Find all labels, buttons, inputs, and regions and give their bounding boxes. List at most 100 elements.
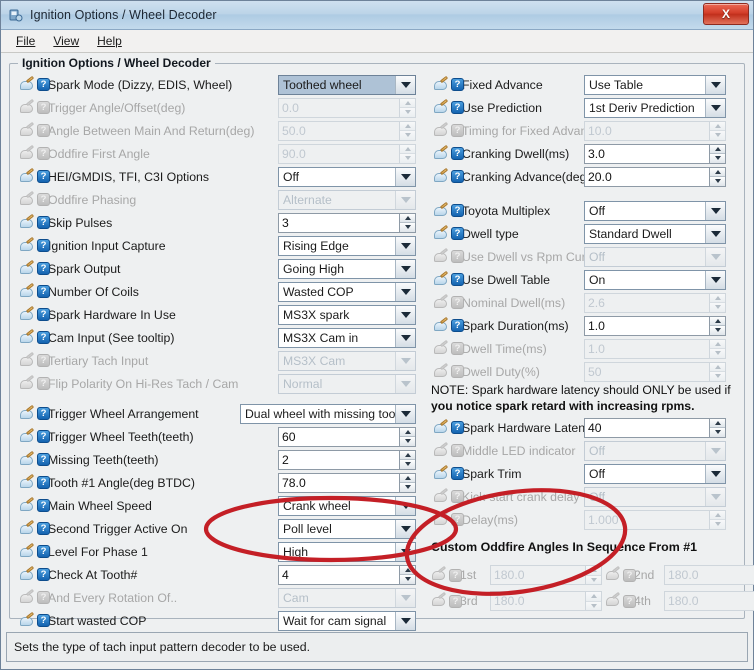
pencil-bubble-icon[interactable] bbox=[434, 101, 449, 115]
spinner-value[interactable]: 60 bbox=[278, 426, 399, 447]
number-spinner[interactable]: 3.0 bbox=[584, 143, 726, 164]
chevron-down-icon[interactable] bbox=[395, 259, 415, 278]
spinner-buttons[interactable] bbox=[399, 449, 416, 470]
pencil-bubble-icon[interactable] bbox=[434, 421, 449, 435]
pencil-bubble-icon[interactable] bbox=[20, 522, 35, 536]
chevron-down-icon[interactable] bbox=[705, 464, 725, 483]
pencil-bubble-icon[interactable] bbox=[20, 262, 35, 276]
chevron-down-icon[interactable] bbox=[705, 224, 725, 243]
pencil-bubble-icon[interactable] bbox=[434, 273, 449, 287]
dropdown-select[interactable]: Rising Edge bbox=[278, 235, 416, 256]
dropdown-select[interactable]: Off bbox=[278, 166, 416, 187]
spinner-buttons[interactable] bbox=[709, 166, 726, 187]
chevron-down-icon[interactable] bbox=[705, 98, 725, 117]
dropdown-select[interactable]: High bbox=[278, 541, 416, 562]
help-question-icon[interactable]: ? bbox=[37, 285, 50, 298]
spinner-down-icon[interactable] bbox=[400, 223, 415, 232]
help-question-icon[interactable]: ? bbox=[37, 262, 50, 275]
spinner-value[interactable]: 20.0 bbox=[584, 166, 709, 187]
help-question-icon[interactable]: ? bbox=[451, 467, 464, 480]
help-question-icon[interactable]: ? bbox=[37, 453, 50, 466]
dropdown-select[interactable]: MS3X spark bbox=[278, 304, 416, 325]
dropdown-select[interactable]: On bbox=[584, 269, 726, 290]
number-spinner[interactable]: 20.0 bbox=[584, 166, 726, 187]
spinner-buttons[interactable] bbox=[709, 143, 726, 164]
help-question-icon[interactable]: ? bbox=[37, 545, 50, 558]
pencil-bubble-icon[interactable] bbox=[20, 453, 35, 467]
help-question-icon[interactable]: ? bbox=[37, 430, 50, 443]
dropdown-select[interactable]: Poll level bbox=[278, 518, 416, 539]
chevron-down-icon[interactable] bbox=[395, 75, 415, 94]
pencil-bubble-icon[interactable] bbox=[434, 78, 449, 92]
spinner-value[interactable]: 40 bbox=[584, 417, 709, 438]
help-question-icon[interactable]: ? bbox=[451, 78, 464, 91]
spinner-up-icon[interactable] bbox=[710, 418, 725, 428]
help-question-icon[interactable]: ? bbox=[37, 308, 50, 321]
chevron-down-icon[interactable] bbox=[705, 201, 725, 220]
pencil-bubble-icon[interactable] bbox=[20, 170, 35, 184]
pencil-bubble-icon[interactable] bbox=[20, 285, 35, 299]
spinner-down-icon[interactable] bbox=[710, 428, 725, 437]
help-question-icon[interactable]: ? bbox=[451, 147, 464, 160]
number-spinner[interactable]: 78.0 bbox=[278, 472, 416, 493]
spinner-down-icon[interactable] bbox=[400, 575, 415, 584]
help-question-icon[interactable]: ? bbox=[451, 421, 464, 434]
dropdown-select[interactable]: Standard Dwell bbox=[584, 223, 726, 244]
pencil-bubble-icon[interactable] bbox=[20, 407, 35, 421]
pencil-bubble-icon[interactable] bbox=[20, 216, 35, 230]
help-question-icon[interactable]: ? bbox=[37, 499, 50, 512]
pencil-bubble-icon[interactable] bbox=[20, 545, 35, 559]
spinner-buttons[interactable] bbox=[399, 472, 416, 493]
pencil-bubble-icon[interactable] bbox=[20, 239, 35, 253]
spinner-down-icon[interactable] bbox=[710, 154, 725, 163]
help-question-icon[interactable]: ? bbox=[37, 568, 50, 581]
spinner-up-icon[interactable] bbox=[400, 565, 415, 575]
close-icon[interactable]: X bbox=[703, 3, 749, 25]
pencil-bubble-icon[interactable] bbox=[20, 78, 35, 92]
chevron-down-icon[interactable] bbox=[395, 404, 415, 423]
chevron-down-icon[interactable] bbox=[395, 519, 415, 538]
chevron-down-icon[interactable] bbox=[705, 270, 725, 289]
help-question-icon[interactable]: ? bbox=[37, 216, 50, 229]
spinner-down-icon[interactable] bbox=[710, 177, 725, 186]
spinner-up-icon[interactable] bbox=[710, 144, 725, 154]
number-spinner[interactable]: 40 bbox=[584, 417, 726, 438]
pencil-bubble-icon[interactable] bbox=[434, 204, 449, 218]
help-question-icon[interactable]: ? bbox=[37, 78, 50, 91]
help-question-icon[interactable]: ? bbox=[451, 319, 464, 332]
number-spinner[interactable]: 3 bbox=[278, 212, 416, 233]
spinner-down-icon[interactable] bbox=[710, 326, 725, 335]
dropdown-select[interactable]: Use Table bbox=[584, 74, 726, 95]
pencil-bubble-icon[interactable] bbox=[434, 319, 449, 333]
dropdown-select[interactable]: Going High bbox=[278, 258, 416, 279]
dropdown-select[interactable]: Dual wheel with missing tooth bbox=[240, 403, 416, 424]
dropdown-select[interactable]: 1st Deriv Prediction bbox=[584, 97, 726, 118]
spinner-down-icon[interactable] bbox=[400, 437, 415, 446]
pencil-bubble-icon[interactable] bbox=[434, 170, 449, 184]
help-question-icon[interactable]: ? bbox=[37, 331, 50, 344]
help-question-icon[interactable]: ? bbox=[451, 101, 464, 114]
menu-item-file[interactable]: File bbox=[9, 32, 42, 50]
spinner-value[interactable]: 3.0 bbox=[584, 143, 709, 164]
spinner-up-icon[interactable] bbox=[710, 316, 725, 326]
menu-item-view[interactable]: View bbox=[46, 32, 86, 50]
pencil-bubble-icon[interactable] bbox=[20, 568, 35, 582]
spinner-up-icon[interactable] bbox=[400, 473, 415, 483]
chevron-down-icon[interactable] bbox=[395, 496, 415, 515]
spinner-buttons[interactable] bbox=[399, 212, 416, 233]
help-question-icon[interactable]: ? bbox=[37, 239, 50, 252]
spinner-value[interactable]: 3 bbox=[278, 212, 399, 233]
spinner-value[interactable]: 2 bbox=[278, 449, 399, 470]
dropdown-select[interactable]: Crank wheel bbox=[278, 495, 416, 516]
help-question-icon[interactable]: ? bbox=[37, 476, 50, 489]
number-spinner[interactable]: 2 bbox=[278, 449, 416, 470]
spinner-buttons[interactable] bbox=[709, 315, 726, 336]
spinner-up-icon[interactable] bbox=[400, 213, 415, 223]
chevron-down-icon[interactable] bbox=[395, 305, 415, 324]
spinner-value[interactable]: 1.0 bbox=[584, 315, 709, 336]
pencil-bubble-icon[interactable] bbox=[20, 499, 35, 513]
spinner-buttons[interactable] bbox=[709, 417, 726, 438]
chevron-down-icon[interactable] bbox=[395, 542, 415, 561]
menu-item-help[interactable]: Help bbox=[90, 32, 129, 50]
spinner-up-icon[interactable] bbox=[710, 167, 725, 177]
